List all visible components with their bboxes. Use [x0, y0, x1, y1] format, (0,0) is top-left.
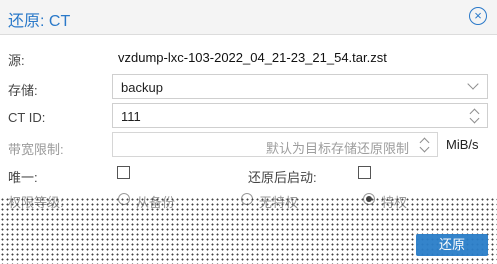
- ctid-field[interactable]: 111: [112, 103, 488, 128]
- storage-select[interactable]: backup: [112, 74, 488, 99]
- unique-checkbox[interactable]: [117, 166, 130, 179]
- unique-label: 唯一:: [8, 170, 38, 185]
- bandwidth-placeholder: 默认为目标存储还原限制: [265, 141, 409, 156]
- dialog-title: 还原: CT: [8, 13, 71, 30]
- bandwidth-field[interactable]: 默认为目标存储还原限制: [112, 132, 438, 157]
- storage-label: 存储:: [8, 83, 38, 98]
- start-after-checkbox[interactable]: [358, 166, 371, 179]
- bandwidth-label: 带宽限制:: [8, 142, 64, 157]
- bandwidth-unit: MiB/s: [446, 137, 479, 152]
- storage-value: backup: [121, 80, 163, 95]
- bandwidth-spinner-icon[interactable]: [419, 135, 431, 154]
- source-label: 源:: [8, 53, 25, 68]
- ctid-value: 111: [121, 109, 141, 124]
- ctid-label: CT ID:: [8, 110, 46, 125]
- close-icon[interactable]: ×: [469, 7, 487, 25]
- source-value: vzdump-lxc-103-2022_04_21-23_21_54.tar.z…: [118, 50, 387, 65]
- start-after-label: 还原后启动:: [248, 170, 317, 185]
- ctid-spinner-icon[interactable]: [469, 106, 481, 125]
- restore-button[interactable]: 还原: [416, 234, 488, 256]
- chevron-down-icon[interactable]: [467, 78, 479, 90]
- dialog-titlebar: 还原: CT ×: [0, 0, 497, 35]
